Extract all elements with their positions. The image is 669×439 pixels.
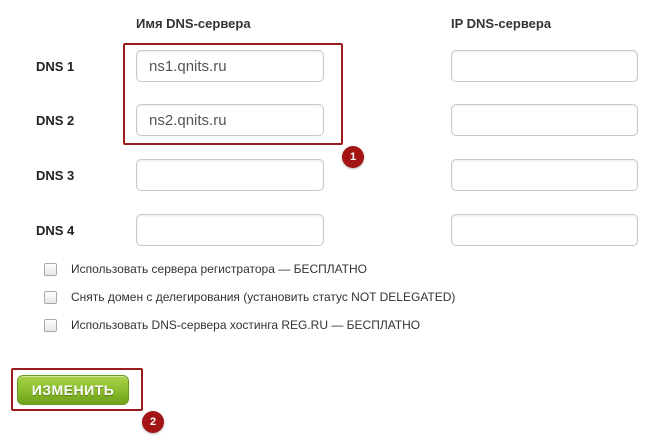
checkbox-registrar-dns[interactable] [44, 262, 57, 276]
dns3-name-input[interactable] [136, 159, 324, 191]
annotation-badge-2: 2 [142, 411, 164, 433]
option-registrar-dns[interactable]: Использовать сервера регистратора — БЕСП… [44, 262, 367, 276]
option-registrar-dns-label: Использовать сервера регистратора — БЕСП… [71, 262, 368, 276]
option-hosting-dns[interactable]: Использовать DNS-сервера хостинга REG.RU… [44, 318, 420, 332]
dns3-ip-input[interactable] [451, 159, 638, 191]
option-undelegate[interactable]: Снять домен с делегирования (установить … [44, 290, 455, 304]
dns4-name-input[interactable] [136, 214, 324, 246]
submit-button[interactable]: ИЗМЕНИТЬ [17, 375, 129, 405]
option-hosting-dns-label: Использовать DNS-сервера хостинга REG.RU… [71, 318, 421, 332]
dns2-label: DNS 2 [36, 113, 75, 128]
highlight-box-dns-names [123, 43, 343, 145]
ip-column-header: IP DNS-сервера [451, 16, 552, 31]
annotation-badge-1: 1 [342, 146, 364, 168]
checkbox-undelegate[interactable] [44, 290, 57, 304]
checkbox-hosting-dns[interactable] [44, 318, 57, 332]
option-undelegate-label: Снять домен с делегирования (установить … [71, 290, 456, 304]
dns4-ip-input[interactable] [451, 214, 638, 246]
dns2-ip-input[interactable] [451, 104, 638, 136]
name-column-header: Имя DNS-сервера [136, 16, 251, 31]
dns1-label: DNS 1 [36, 59, 75, 74]
dns3-label: DNS 3 [36, 168, 75, 183]
dns1-ip-input[interactable] [451, 50, 638, 82]
dns4-label: DNS 4 [36, 223, 75, 238]
